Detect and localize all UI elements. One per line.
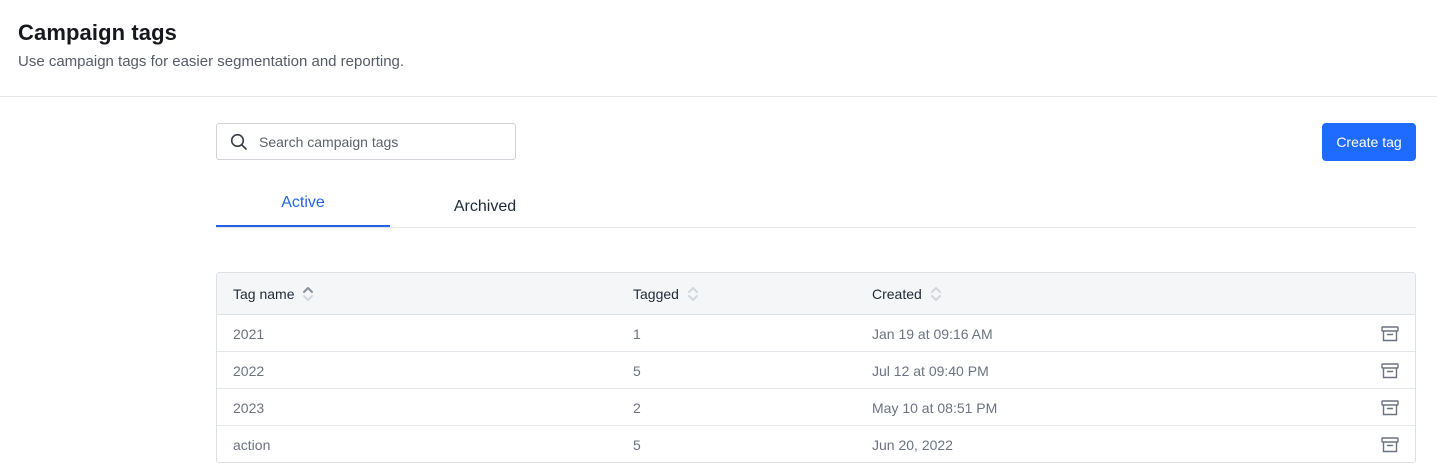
tagged-count-cell: 5 [633, 362, 641, 379]
sort-icon [930, 285, 942, 303]
column-header-tagged[interactable]: Tagged [633, 273, 699, 314]
table-row[interactable]: 2022 5 Jul 12 at 09:40 PM [217, 352, 1415, 389]
archive-icon[interactable] [1380, 398, 1400, 418]
created-date-cell: Jul 12 at 09:40 PM [872, 362, 989, 379]
tagged-count-cell: 1 [633, 325, 641, 342]
tagged-count-cell: 2 [633, 399, 641, 416]
create-tag-button[interactable]: Create tag [1322, 123, 1416, 161]
tags-table: Tag name Tagged Created 2021 1 Jan 19 at… [216, 272, 1416, 463]
table-header: Tag name Tagged Created [217, 273, 1415, 315]
tag-name-cell: 2023 [233, 399, 265, 416]
created-date-cell: May 10 at 08:51 PM [872, 399, 998, 416]
page-header: Campaign tags Use campaign tags for easi… [0, 0, 1437, 97]
column-header-label: Created [872, 285, 922, 302]
page-subtitle: Use campaign tags for easier segmentatio… [18, 53, 405, 70]
created-date-cell: Jun 20, 2022 [872, 436, 953, 453]
main-content: Create tag Active Archived Tag name Tag [216, 98, 1416, 465]
archive-icon[interactable] [1380, 435, 1400, 455]
tab-archived[interactable]: Archived [390, 182, 580, 229]
created-date-cell: Jan 19 at 09:16 AM [872, 325, 993, 342]
tag-name-cell: 2021 [233, 325, 265, 342]
sort-icon [687, 285, 699, 303]
search-icon [230, 133, 248, 151]
tab-bar: Active Archived [216, 182, 1416, 228]
search-input[interactable] [257, 132, 501, 151]
table-row[interactable]: action 5 Jun 20, 2022 [217, 426, 1415, 462]
tag-name-cell: action [233, 436, 271, 453]
page: Campaign tags Use campaign tags for easi… [0, 0, 1437, 465]
table-row[interactable]: 2023 2 May 10 at 08:51 PM [217, 389, 1415, 426]
column-header-label: Tag name [233, 285, 295, 302]
column-header-label: Tagged [633, 285, 679, 302]
tag-name-cell: 2022 [233, 362, 265, 379]
tab-active[interactable]: Active [216, 182, 390, 227]
search-box[interactable] [216, 123, 516, 160]
archive-icon[interactable] [1380, 361, 1400, 381]
sort-icon [302, 285, 314, 303]
tagged-count-cell: 5 [633, 436, 641, 453]
archive-icon[interactable] [1380, 324, 1400, 344]
page-title: Campaign tags [18, 20, 177, 45]
table-row[interactable]: 2021 1 Jan 19 at 09:16 AM [217, 315, 1415, 352]
column-header-tag-name[interactable]: Tag name [233, 273, 314, 314]
column-header-created[interactable]: Created [872, 273, 942, 314]
